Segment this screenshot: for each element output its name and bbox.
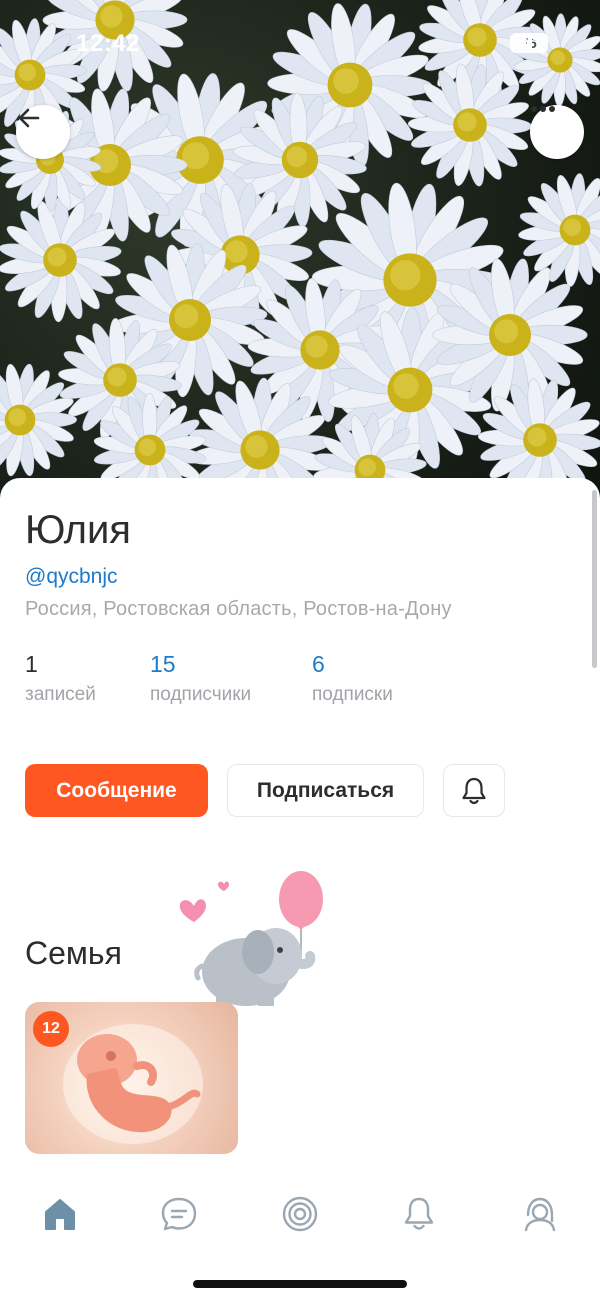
more-button[interactable] xyxy=(530,105,584,159)
profile-name: Юлия xyxy=(25,508,131,552)
more-horizontal-icon xyxy=(531,106,555,112)
bottom-tab-bar xyxy=(0,1180,600,1250)
bell-icon xyxy=(404,1197,434,1230)
stat-posts[interactable]: 1 записей xyxy=(25,650,96,706)
week-badge: 12 xyxy=(33,1011,69,1047)
back-button[interactable] xyxy=(16,105,70,159)
target-icon xyxy=(282,1196,318,1232)
family-section-title: Семья xyxy=(25,935,122,971)
stat-followers-label: подписчики xyxy=(150,684,252,705)
tab-home[interactable] xyxy=(38,1192,82,1236)
message-button[interactable]: Сообщение xyxy=(25,764,208,817)
notify-button[interactable] xyxy=(443,764,505,817)
tab-discover[interactable] xyxy=(278,1192,322,1236)
home-icon xyxy=(45,1199,75,1230)
arrow-left-icon xyxy=(18,108,40,128)
tab-messages[interactable] xyxy=(157,1192,201,1236)
daisy-cover-image xyxy=(0,0,600,500)
elephant-balloon-illustration xyxy=(179,871,323,1006)
tab-profile[interactable] xyxy=(518,1192,562,1236)
stat-following[interactable]: 6 подписки xyxy=(312,650,393,706)
pregnancy-week-card[interactable]: 12 xyxy=(25,1002,238,1154)
stat-following-value: 6 xyxy=(312,651,325,677)
home-indicator xyxy=(193,1280,407,1288)
profile-icon xyxy=(524,1197,556,1232)
wifi-icon xyxy=(510,33,536,51)
tab-notifications[interactable] xyxy=(397,1192,441,1236)
status-icons: 76 xyxy=(510,33,548,53)
profile-location: Россия, Ростовская область, Ростов-на-До… xyxy=(25,598,452,620)
stat-following-label: подписки xyxy=(312,684,393,705)
bell-icon xyxy=(462,777,486,804)
chat-icon xyxy=(161,1197,197,1231)
profile-handle[interactable]: @qycbnjc xyxy=(25,565,118,589)
stat-followers[interactable]: 15 подписчики xyxy=(150,650,251,706)
stat-posts-label: записей xyxy=(25,684,96,705)
subscribe-button[interactable]: Подписаться xyxy=(227,764,424,817)
stat-posts-value: 1 xyxy=(25,651,38,677)
status-time: 12:42 xyxy=(76,30,140,57)
stat-followers-value: 15 xyxy=(150,651,176,677)
scrollbar[interactable] xyxy=(592,490,597,668)
cover-photo: 12:42 76 xyxy=(0,0,600,500)
